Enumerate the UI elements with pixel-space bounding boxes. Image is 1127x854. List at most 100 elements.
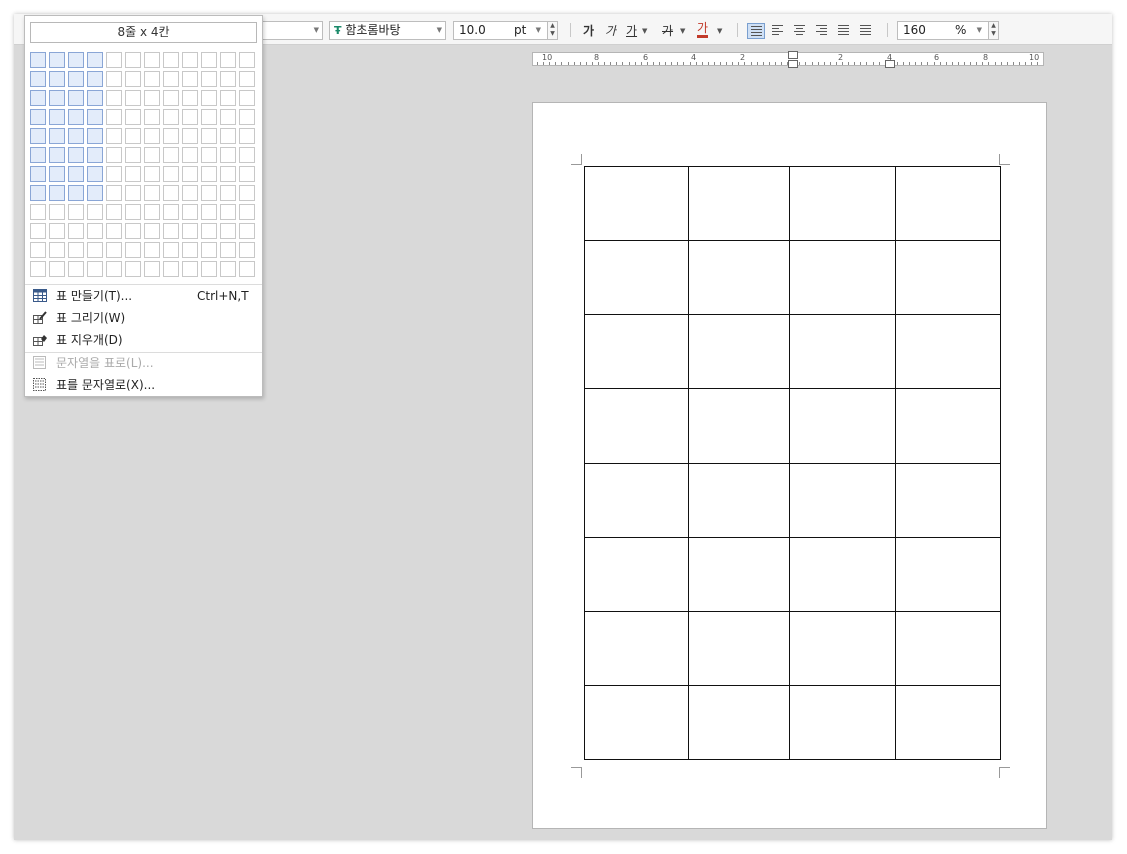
table-size-cell[interactable] <box>68 147 84 163</box>
table-size-cell[interactable] <box>106 128 122 144</box>
table-size-cell[interactable] <box>144 223 160 239</box>
table-size-cell[interactable] <box>182 52 198 68</box>
table-size-cell[interactable] <box>201 166 217 182</box>
table-size-cell[interactable] <box>68 128 84 144</box>
table-size-cell[interactable] <box>163 90 179 106</box>
table-size-cell[interactable] <box>182 242 198 258</box>
table-size-cell[interactable] <box>30 185 46 201</box>
table-size-cell[interactable] <box>125 109 141 125</box>
table-size-cell[interactable] <box>144 185 160 201</box>
table-size-cell[interactable] <box>87 109 103 125</box>
table-size-cell[interactable] <box>163 261 179 277</box>
table-size-cell[interactable] <box>49 185 65 201</box>
table-size-cell[interactable] <box>163 52 179 68</box>
table-size-cell[interactable] <box>201 185 217 201</box>
indent-marker[interactable] <box>788 51 798 59</box>
table-cell[interactable] <box>584 314 689 390</box>
table-size-cell[interactable] <box>49 204 65 220</box>
table-size-cell[interactable] <box>125 223 141 239</box>
left-align-button[interactable] <box>769 23 787 39</box>
table-size-cell[interactable] <box>125 185 141 201</box>
table-size-cell[interactable] <box>220 147 236 163</box>
table-size-cell[interactable] <box>239 109 255 125</box>
table-size-cell[interactable] <box>125 261 141 277</box>
strikethrough-button[interactable]: 가 <box>662 22 673 40</box>
table-size-cell[interactable] <box>201 223 217 239</box>
underline-button[interactable]: 가 <box>626 22 637 40</box>
table-size-cell[interactable] <box>220 166 236 182</box>
table-size-cell[interactable] <box>163 223 179 239</box>
table-size-cell[interactable] <box>30 90 46 106</box>
table-size-cell[interactable] <box>201 71 217 87</box>
table-size-cell[interactable] <box>125 166 141 182</box>
table-size-cell[interactable] <box>144 90 160 106</box>
table-size-cell[interactable] <box>87 223 103 239</box>
table-size-cell[interactable] <box>201 147 217 163</box>
table-size-cell[interactable] <box>49 71 65 87</box>
table-size-cell[interactable] <box>201 109 217 125</box>
divide-button[interactable] <box>857 23 875 39</box>
font-color-button[interactable]: 가 <box>697 22 709 38</box>
font-size-input[interactable]: 10.0 pt ▼ ▲ ▼ <box>453 21 558 40</box>
table-size-cell[interactable] <box>144 204 160 220</box>
chevron-down-icon[interactable]: ▼ <box>642 22 647 40</box>
table-size-cell[interactable] <box>30 109 46 125</box>
table-size-cell[interactable] <box>30 223 46 239</box>
table-size-cell[interactable] <box>182 261 198 277</box>
table-size-cell[interactable] <box>68 261 84 277</box>
table-size-cell[interactable] <box>239 261 255 277</box>
table-size-cell[interactable] <box>87 204 103 220</box>
table-size-cell[interactable] <box>49 261 65 277</box>
table-size-cell[interactable] <box>163 147 179 163</box>
horizontal-ruler[interactable]: 10 8 6 4 2 2 4 6 8 10 <box>532 51 1044 68</box>
menu-item-text-to-table[interactable]: 문자열을 표로(L)... <box>25 352 262 374</box>
table-size-cell[interactable] <box>87 128 103 144</box>
table-cell[interactable] <box>789 536 896 612</box>
table-size-cell[interactable] <box>220 223 236 239</box>
table-cell[interactable] <box>688 240 790 316</box>
table-size-cell[interactable] <box>163 71 179 87</box>
table-size-cell[interactable] <box>201 242 217 258</box>
table-cell[interactable] <box>789 684 896 761</box>
table-size-cell[interactable] <box>30 166 46 182</box>
table-size-cell[interactable] <box>68 242 84 258</box>
table-size-cell[interactable] <box>30 147 46 163</box>
table-size-cell[interactable] <box>68 204 84 220</box>
table-size-cell[interactable] <box>144 128 160 144</box>
table-cell[interactable] <box>895 684 1001 761</box>
table-size-cell[interactable] <box>201 128 217 144</box>
table-size-cell[interactable] <box>49 52 65 68</box>
table-size-cell[interactable] <box>163 109 179 125</box>
table-size-cell[interactable] <box>30 128 46 144</box>
table-size-cell[interactable] <box>220 71 236 87</box>
table-size-cell[interactable] <box>163 166 179 182</box>
table-size-cell[interactable] <box>49 147 65 163</box>
bold-button[interactable]: 가 <box>583 22 594 40</box>
table-size-cell[interactable] <box>239 223 255 239</box>
table-size-cell[interactable] <box>49 128 65 144</box>
table-cell[interactable] <box>789 165 896 242</box>
table-size-cell[interactable] <box>239 128 255 144</box>
menu-item-draw-table[interactable]: 표 그리기(W) <box>25 307 262 329</box>
menu-item-table-to-text[interactable]: 표를 문자열로(X)... <box>25 374 262 396</box>
table-size-cell[interactable] <box>106 166 122 182</box>
table-size-cell[interactable] <box>239 242 255 258</box>
table-size-cell[interactable] <box>220 261 236 277</box>
table-size-cell[interactable] <box>239 52 255 68</box>
table-size-cell[interactable] <box>201 261 217 277</box>
table-size-cell[interactable] <box>144 166 160 182</box>
font-size-spinner[interactable]: ▲ ▼ <box>547 21 558 40</box>
menu-item-table-eraser[interactable]: 표 지우개(D) <box>25 329 262 351</box>
table-cell[interactable] <box>895 240 1001 316</box>
table-size-cell[interactable] <box>182 204 198 220</box>
table-size-cell[interactable] <box>182 147 198 163</box>
zoom-spinner[interactable]: ▲ ▼ <box>988 21 999 40</box>
table-size-cell[interactable] <box>182 223 198 239</box>
table-cell[interactable] <box>584 684 689 761</box>
table-size-cell[interactable] <box>106 71 122 87</box>
table-size-cell[interactable] <box>220 128 236 144</box>
table-cell[interactable] <box>895 610 1001 686</box>
table-size-cell[interactable] <box>144 261 160 277</box>
table-cell[interactable] <box>895 462 1001 538</box>
table-size-cell[interactable] <box>239 185 255 201</box>
